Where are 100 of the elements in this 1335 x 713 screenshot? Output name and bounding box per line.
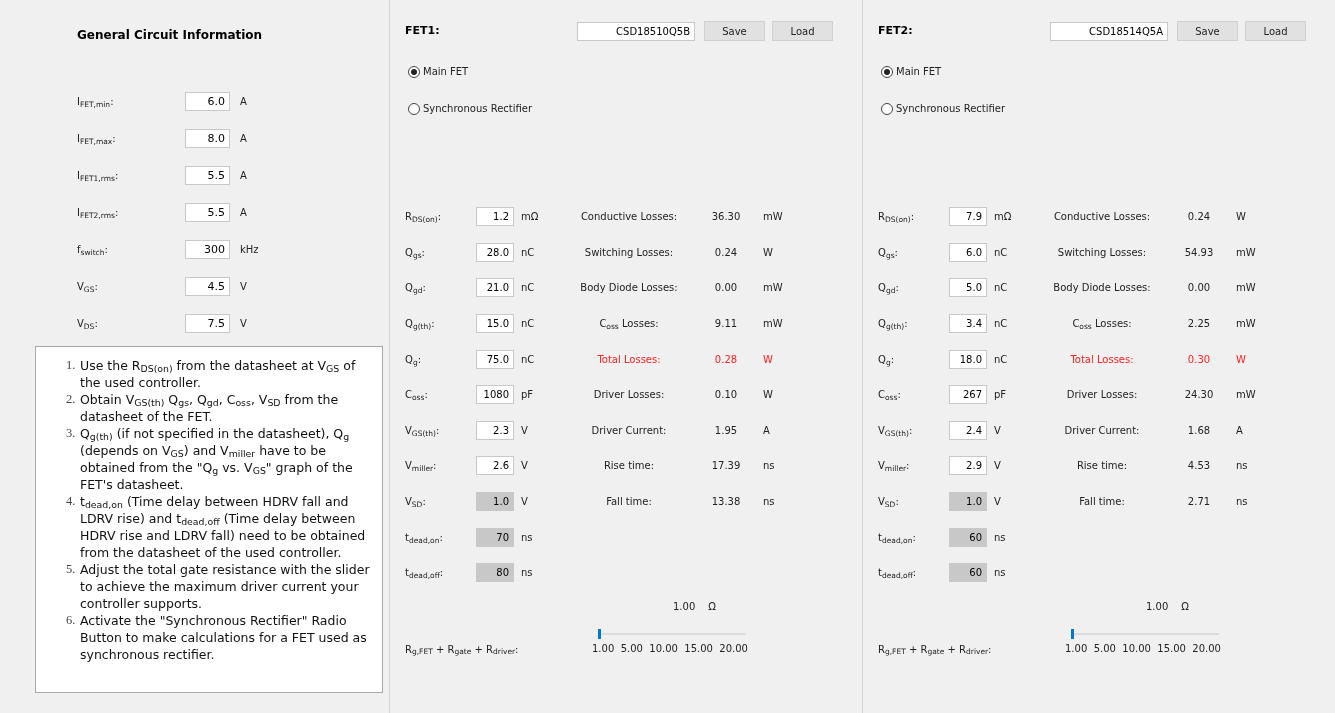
parameter-input[interactable]: 267 [949, 385, 987, 405]
parameter-label: Q$_{g(th)}$: [405, 317, 436, 332]
parameter-input[interactable]: 4.5 [185, 277, 230, 296]
result-value: 0.28 [714, 352, 738, 367]
parameter-label: Q$_{gd}$: [405, 281, 427, 296]
result-value: 54.93 [1184, 245, 1214, 260]
unit-label: V [994, 495, 1002, 510]
unit-label: V [521, 423, 529, 438]
unit-label: ns [994, 530, 1007, 545]
parameter-input[interactable]: 3.4 [949, 314, 987, 334]
result-label: Driver Current: [1064, 423, 1140, 438]
parameter-input[interactable]: 75.0 [476, 349, 514, 369]
load-button[interactable]: Load [772, 21, 833, 41]
unit-label: nC [521, 245, 536, 260]
unit-label: nC [521, 317, 536, 332]
load-button[interactable]: Load [1245, 21, 1306, 41]
unit-label: A [240, 132, 247, 146]
result-label: Driver Losses: [593, 388, 665, 403]
tick-label: 20.00 [719, 641, 748, 656]
unit-label: A [240, 95, 247, 109]
result-unit: mW [1236, 388, 1256, 403]
parameter-label: V$_{SD}$: [878, 495, 900, 510]
instruction-text: Obtain V$_{GS(th)}$ Q$_{gs}$, Q$_{gd}$, C$_{oss}$, V$_{SD}$ from the datasheet of the FET. [80, 391, 340, 425]
result-unit: ns [1236, 495, 1248, 510]
result-value: 13.38 [711, 495, 741, 510]
parameter-label: I$_{FET2,rms}$: [77, 206, 120, 220]
result-unit: W [1236, 352, 1246, 367]
parameter-input[interactable]: 5.5 [185, 166, 230, 185]
part-number-field[interactable]: CSD18510Q5B [577, 21, 695, 41]
result-unit: A [1236, 423, 1243, 438]
unit-label: ns [521, 566, 534, 581]
save-button[interactable]: Save [704, 21, 765, 41]
unit-label: mΩ [994, 210, 1013, 225]
parameter-label: C$_{oss}$: [405, 388, 429, 403]
tick-label: 20.00 [1192, 641, 1221, 656]
result-label: Rise time: [1076, 459, 1128, 474]
parameter-input[interactable]: 21.0 [476, 278, 514, 298]
save-button[interactable]: Save [1177, 21, 1238, 41]
resistance-label: R$_{g,FET}$ + R$_{gate}$ + R$_{driver}$: [405, 642, 520, 657]
result-value: 0.00 [1187, 281, 1211, 296]
parameter-label: Q$_{gs}$: [878, 245, 899, 260]
parameter-input[interactable]: 5.5 [185, 203, 230, 222]
parameter-input[interactable]: 28.0 [476, 242, 514, 262]
parameter-label: t$_{dead,on}$: [878, 530, 917, 545]
parameter-label: V$_{DS}$: [77, 317, 99, 331]
parameter-input[interactable]: 6.0 [185, 92, 230, 111]
result-unit: mW [763, 210, 783, 225]
result-label: Rise time: [603, 459, 655, 474]
slider-thumb[interactable] [1071, 628, 1074, 639]
list-number: 2. [66, 391, 77, 408]
parameter-input[interactable]: 18.0 [949, 349, 987, 369]
unit-label: V [521, 459, 529, 474]
radio-button[interactable] [881, 65, 893, 78]
unit-label: nC [994, 317, 1009, 332]
parameter-input[interactable]: 2.3 [476, 420, 514, 440]
fet-title: FET2: [878, 22, 914, 39]
result-value: 17.39 [711, 459, 741, 474]
radio-button[interactable] [408, 102, 420, 115]
radio-label: Main FET [423, 65, 469, 79]
part-number-field[interactable]: CSD18514Q5A [1050, 21, 1168, 41]
parameter-input[interactable]: 300 [185, 240, 230, 259]
unit-label: nC [521, 352, 536, 367]
tick-label: 1.00 [592, 641, 615, 656]
unit-label: V [240, 317, 247, 331]
result-value: 0.24 [714, 245, 738, 260]
radio-label: Synchronous Rectifier [896, 102, 1006, 116]
result-unit: W [763, 245, 773, 260]
parameter-input[interactable]: 15.0 [476, 314, 514, 334]
result-value: 2.71 [1187, 495, 1211, 510]
result-label: Switching Losses: [584, 245, 674, 260]
parameter-input[interactable]: 2.4 [949, 420, 987, 440]
parameter-input[interactable]: 2.9 [949, 456, 987, 476]
parameter-label: R$_{DS(on)}$: [878, 210, 916, 225]
radio-button[interactable] [881, 102, 893, 115]
result-unit: W [763, 388, 773, 403]
unit-label: kHz [240, 243, 259, 257]
parameter-input[interactable]: 1080 [476, 385, 514, 405]
radio-button[interactable] [408, 65, 420, 78]
parameter-input[interactable]: 7.5 [185, 314, 230, 333]
parameter-input[interactable]: 1.2 [476, 207, 514, 227]
result-label: Total Losses: [597, 352, 661, 367]
unit-label: ns [994, 566, 1007, 581]
tick-label: 5.00 [1093, 641, 1116, 656]
list-number: 1. [66, 357, 77, 374]
instruction-text: Q$_{g(th)}$ (if not specified in the datasheet), Q$_{g}$ (depends on V$_{GS}$) and V$_{miller}$ have to be obtained from the "Q$_{g}$ vs. V$_{GS}$" graph of the FET's datasheet. [80, 425, 354, 493]
result-value: 1.68 [1187, 423, 1211, 438]
slider-thumb[interactable] [598, 628, 601, 639]
parameter-input[interactable]: 2.6 [476, 456, 514, 476]
result-label: Fall time: [606, 495, 652, 510]
parameter-input[interactable]: 7.9 [949, 207, 987, 227]
result-value: 0.00 [714, 281, 738, 296]
instruction-text: Use the R$_{DS(on)}$ from the datasheet at V$_{GS}$ of the used controller. [80, 357, 357, 391]
parameter-input[interactable]: 6.0 [949, 242, 987, 262]
resistance-slider[interactable] [598, 628, 746, 639]
parameter-input[interactable]: 8.0 [185, 129, 230, 148]
resistance-slider[interactable] [1071, 628, 1219, 639]
tick-label: 10.00 [1122, 641, 1151, 656]
parameter-input[interactable]: 5.0 [949, 278, 987, 298]
result-label: Body Diode Losses: [580, 281, 678, 296]
parameter-label: V$_{miller}$: [405, 459, 438, 474]
